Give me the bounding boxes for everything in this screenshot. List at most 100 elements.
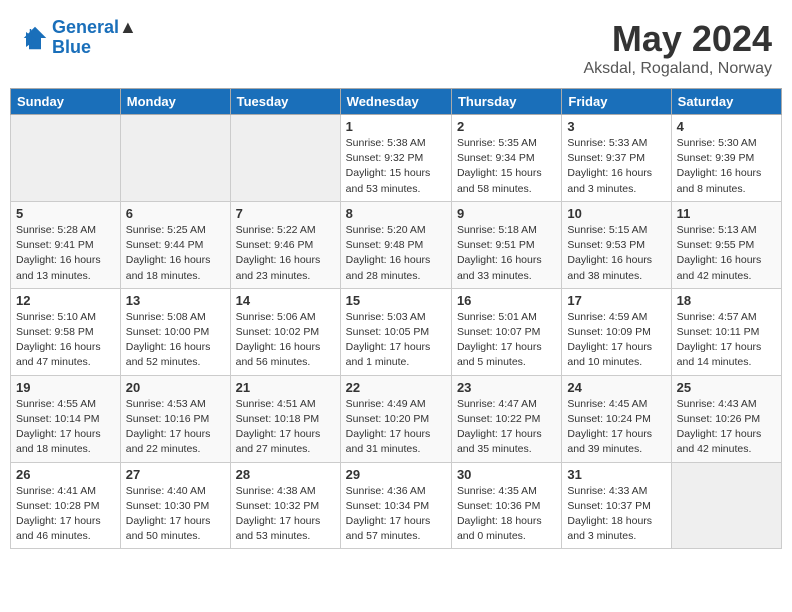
- day-info: Sunrise: 5:25 AMSunset: 9:44 PMDaylight:…: [126, 223, 225, 284]
- calendar-week-4: 19Sunrise: 4:55 AMSunset: 10:14 PMDaylig…: [11, 375, 782, 462]
- day-number: 24: [567, 380, 665, 395]
- day-number: 25: [677, 380, 776, 395]
- day-number: 31: [567, 467, 665, 482]
- calendar-cell: 24 Sunrise: 4:45 AMSunset: 10:24 PMDaylig…: [562, 375, 671, 462]
- day-info: Sunrise: 5:38 AMSunset: 9:32 PMDaylight:…: [346, 136, 446, 197]
- day-info: Sunrise: 5:28 AMSunset: 9:41 PMDaylight:…: [16, 223, 115, 284]
- logo-text: General▲Blue: [52, 18, 137, 58]
- calendar-week-2: 5 Sunrise: 5:28 AMSunset: 9:41 PMDaylight…: [11, 201, 782, 288]
- calendar-cell: 18Sunrise: 4:57 AMSunset: 10:11 PMDaylig…: [671, 288, 781, 375]
- calendar-cell: 11 Sunrise: 5:13 AMSunset: 9:55 PMDayligh…: [671, 201, 781, 288]
- day-number: 11: [677, 206, 776, 221]
- day-info: Sunrise: 5:18 AMSunset: 9:51 PMDaylight:…: [457, 223, 556, 284]
- day-info: Sunrise: 4:38 AMSunset: 10:32 PMDaylight…: [236, 484, 335, 545]
- day-number: 22: [346, 380, 446, 395]
- day-info: Sunrise: 4:36 AMSunset: 10:34 PMDaylight…: [346, 484, 446, 545]
- day-info: Sunrise: 5:01 AMSunset: 10:07 PMDaylight…: [457, 310, 556, 371]
- calendar-cell: 15 Sunrise: 5:03 AMSunset: 10:05 PMDaylig…: [340, 288, 451, 375]
- day-info: Sunrise: 5:13 AMSunset: 9:55 PMDaylight:…: [677, 223, 776, 284]
- day-info: Sunrise: 4:49 AMSunset: 10:20 PMDaylight…: [346, 397, 446, 458]
- day-number: 27: [126, 467, 225, 482]
- day-info: Sunrise: 5:06 AMSunset: 10:02 PMDaylight…: [236, 310, 335, 371]
- day-info: Sunrise: 5:20 AMSunset: 9:48 PMDaylight:…: [346, 223, 446, 284]
- calendar-cell: 20Sunrise: 4:53 AMSunset: 10:16 PMDaylig…: [120, 375, 230, 462]
- day-number: 26: [16, 467, 115, 482]
- calendar-cell: 22 Sunrise: 4:49 AMSunset: 10:20 PMDaylig…: [340, 375, 451, 462]
- day-info: Sunrise: 5:10 AMSunset: 9:58 PMDaylight:…: [16, 310, 115, 371]
- day-info: Sunrise: 5:03 AMSunset: 10:05 PMDaylight…: [346, 310, 446, 371]
- calendar-cell: [11, 115, 121, 202]
- calendar-cell: 29 Sunrise: 4:36 AMSunset: 10:34 PMDaylig…: [340, 462, 451, 549]
- day-number: 23: [457, 380, 556, 395]
- calendar-cell: 16 Sunrise: 5:01 AMSunset: 10:07 PMDaylig…: [451, 288, 561, 375]
- weekday-header-monday: Monday: [120, 89, 230, 115]
- calendar-header-row: SundayMondayTuesdayWednesdayThursdayFrid…: [11, 89, 782, 115]
- calendar-cell: 10 Sunrise: 5:15 AMSunset: 9:53 PMDayligh…: [562, 201, 671, 288]
- day-number: 30: [457, 467, 556, 482]
- day-info: Sunrise: 5:15 AMSunset: 9:53 PMDaylight:…: [567, 223, 665, 284]
- calendar-cell: [671, 462, 781, 549]
- calendar-cell: 28 Sunrise: 4:38 AMSunset: 10:32 PMDaylig…: [230, 462, 340, 549]
- calendar-week-5: 26Sunrise: 4:41 AMSunset: 10:28 PMDaylig…: [11, 462, 782, 549]
- day-info: Sunrise: 4:55 AMSunset: 10:14 PMDaylight…: [16, 397, 115, 458]
- calendar-cell: 12 Sunrise: 5:10 AMSunset: 9:58 PMDayligh…: [11, 288, 121, 375]
- calendar-cell: 4Sunrise: 5:30 AMSunset: 9:39 PMDaylight…: [671, 115, 781, 202]
- weekday-header-sunday: Sunday: [11, 89, 121, 115]
- day-info: Sunrise: 4:40 AMSunset: 10:30 PMDaylight…: [126, 484, 225, 545]
- calendar-cell: 3 Sunrise: 5:33 AMSunset: 9:37 PMDaylight…: [562, 115, 671, 202]
- day-number: 16: [457, 293, 556, 308]
- day-info: Sunrise: 5:33 AMSunset: 9:37 PMDaylight:…: [567, 136, 665, 197]
- day-number: 8: [346, 206, 446, 221]
- calendar-cell: 1 Sunrise: 5:38 AMSunset: 9:32 PMDaylight…: [340, 115, 451, 202]
- day-info: Sunrise: 4:47 AMSunset: 10:22 PMDaylight…: [457, 397, 556, 458]
- calendar-cell: [120, 115, 230, 202]
- day-number: 15: [346, 293, 446, 308]
- day-number: 6: [126, 206, 225, 221]
- day-number: 28: [236, 467, 335, 482]
- day-number: 5: [16, 206, 115, 221]
- day-number: 29: [346, 467, 446, 482]
- day-info: Sunrise: 4:53 AMSunset: 10:16 PMDaylight…: [126, 397, 225, 458]
- day-number: 14: [236, 293, 335, 308]
- calendar-cell: 23 Sunrise: 4:47 AMSunset: 10:22 PMDaylig…: [451, 375, 561, 462]
- calendar-cell: 17 Sunrise: 4:59 AMSunset: 10:09 PMDaylig…: [562, 288, 671, 375]
- title-block: May 2024 Aksdal, Rogaland, Norway: [583, 18, 772, 78]
- calendar-cell: 27 Sunrise: 4:40 AMSunset: 10:30 PMDaylig…: [120, 462, 230, 549]
- calendar-cell: 31 Sunrise: 4:33 AMSunset: 10:37 PMDaylig…: [562, 462, 671, 549]
- day-number: 4: [677, 119, 776, 134]
- day-number: 3: [567, 119, 665, 134]
- calendar-cell: 30 Sunrise: 4:35 AMSunset: 10:36 PMDaylig…: [451, 462, 561, 549]
- location-title: Aksdal, Rogaland, Norway: [583, 60, 772, 78]
- month-title: May 2024: [583, 18, 772, 60]
- day-info: Sunrise: 5:22 AMSunset: 9:46 PMDaylight:…: [236, 223, 335, 284]
- day-number: 2: [457, 119, 556, 134]
- day-number: 1: [346, 119, 446, 134]
- page-header: General▲Blue May 2024 Aksdal, Rogaland, …: [10, 10, 782, 82]
- weekday-header-wednesday: Wednesday: [340, 89, 451, 115]
- calendar-week-3: 12 Sunrise: 5:10 AMSunset: 9:58 PMDayligh…: [11, 288, 782, 375]
- day-info: Sunrise: 4:51 AMSunset: 10:18 PMDaylight…: [236, 397, 335, 458]
- calendar-cell: 7Sunrise: 5:22 AMSunset: 9:46 PMDaylight…: [230, 201, 340, 288]
- day-info: Sunrise: 4:45 AMSunset: 10:24 PMDaylight…: [567, 397, 665, 458]
- calendar-cell: 8 Sunrise: 5:20 AMSunset: 9:48 PMDaylight…: [340, 201, 451, 288]
- day-number: 13: [126, 293, 225, 308]
- calendar-cell: 5 Sunrise: 5:28 AMSunset: 9:41 PMDaylight…: [11, 201, 121, 288]
- logo-icon: [20, 23, 50, 53]
- calendar-cell: 9Sunrise: 5:18 AMSunset: 9:51 PMDaylight…: [451, 201, 561, 288]
- calendar-cell: 6 Sunrise: 5:25 AMSunset: 9:44 PMDaylight…: [120, 201, 230, 288]
- calendar-cell: 2Sunrise: 5:35 AMSunset: 9:34 PMDaylight…: [451, 115, 561, 202]
- weekday-header-thursday: Thursday: [451, 89, 561, 115]
- day-info: Sunrise: 4:35 AMSunset: 10:36 PMDaylight…: [457, 484, 556, 545]
- day-number: 10: [567, 206, 665, 221]
- day-info: Sunrise: 5:08 AMSunset: 10:00 PMDaylight…: [126, 310, 225, 371]
- day-number: 12: [16, 293, 115, 308]
- day-info: Sunrise: 4:33 AMSunset: 10:37 PMDaylight…: [567, 484, 665, 545]
- weekday-header-saturday: Saturday: [671, 89, 781, 115]
- weekday-header-tuesday: Tuesday: [230, 89, 340, 115]
- day-info: Sunrise: 4:59 AMSunset: 10:09 PMDaylight…: [567, 310, 665, 371]
- calendar-cell: 21Sunrise: 4:51 AMSunset: 10:18 PMDaylig…: [230, 375, 340, 462]
- day-info: Sunrise: 4:57 AMSunset: 10:11 PMDaylight…: [677, 310, 776, 371]
- calendar-cell: 14 Sunrise: 5:06 AMSunset: 10:02 PMDaylig…: [230, 288, 340, 375]
- day-number: 17: [567, 293, 665, 308]
- logo: General▲Blue: [20, 18, 137, 58]
